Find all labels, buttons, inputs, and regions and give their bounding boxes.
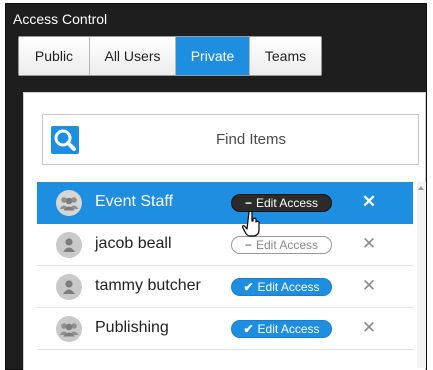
close-icon[interactable]: ✕ (361, 235, 377, 253)
edit-access-toggle[interactable]: ✔ Edit Access (231, 278, 332, 296)
tab-public[interactable]: Public (19, 37, 90, 75)
list-row-jacob-beall[interactable]: jacob beall − Edit Access ✕ (37, 224, 413, 266)
row-name: Publishing (95, 319, 169, 336)
list-scrollbar[interactable] (417, 182, 426, 368)
user-avatar-icon (56, 232, 82, 258)
hand-cursor-icon (242, 210, 260, 237)
checkmark-icon: ✔ (243, 280, 254, 294)
tab-private[interactable]: Private (176, 37, 250, 75)
minus-icon: − (244, 238, 252, 252)
list-row-event-staff[interactable]: Event Staff − Edit Access ✕ (37, 182, 413, 224)
group-avatar-icon (56, 190, 82, 216)
edit-access-label: Edit Access (257, 280, 320, 294)
minus-icon: − (244, 196, 252, 210)
edit-access-toggle[interactable]: ✔ Edit Access (231, 320, 332, 338)
checkmark-icon: ✔ (243, 322, 254, 336)
search-icon[interactable] (51, 126, 79, 154)
tab-all-users[interactable]: All Users (90, 37, 176, 75)
content-area: Event Staff −Edit Access ✕ jacob beall −… (23, 92, 426, 370)
row-name: jacob beall (95, 235, 172, 252)
access-tabs: Public All Users Private Teams (18, 36, 322, 76)
access-list: Event Staff − Edit Access ✕ jacob beall −… (37, 182, 413, 350)
scroll-up-arrow-icon[interactable] (418, 186, 424, 190)
edit-access-label: Edit Access (255, 238, 319, 252)
close-icon[interactable]: ✕ (361, 319, 377, 337)
close-icon[interactable]: ✕ (361, 193, 377, 211)
row-name: tammy butcher (95, 277, 201, 294)
edit-access-toggle[interactable]: − Edit Access (231, 236, 332, 254)
edit-access-label: Edit Access (257, 322, 320, 336)
row-name: Event Staff (95, 193, 173, 210)
list-row-tammy-butcher[interactable]: tammy butcher ✔ Edit Access ✕ (37, 266, 413, 308)
tab-teams[interactable]: Teams (250, 37, 321, 75)
list-row-publishing[interactable]: Publishing ✔ Edit Access ✕ (37, 308, 413, 350)
access-control-panel: Access Control Public All Users Private … (5, 3, 427, 370)
edit-access-label: Edit Access (255, 196, 319, 210)
close-icon[interactable]: ✕ (361, 277, 377, 295)
search-input[interactable] (91, 115, 411, 164)
panel-title: Access Control (13, 11, 108, 27)
group-avatar-icon (56, 316, 82, 342)
search-box (42, 114, 419, 165)
user-avatar-icon (56, 274, 82, 300)
